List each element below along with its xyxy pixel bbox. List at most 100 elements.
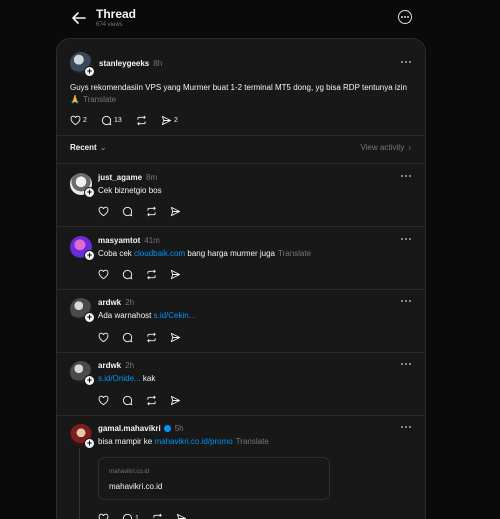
share-button[interactable] <box>170 331 181 343</box>
share-button[interactable] <box>170 205 181 217</box>
share-button[interactable] <box>170 394 181 406</box>
post-time: 8h <box>153 59 163 68</box>
follow-plus-icon[interactable]: + <box>84 250 95 261</box>
comment-icon <box>122 206 133 216</box>
repost-button[interactable] <box>146 268 157 280</box>
repost-button[interactable] <box>146 205 157 217</box>
divider <box>57 289 425 290</box>
like-count: 2 <box>83 116 87 124</box>
heart-icon <box>98 206 109 216</box>
like-button[interactable] <box>98 331 109 343</box>
share-button[interactable] <box>170 268 181 280</box>
reply-username[interactable]: ardwk 2h <box>98 298 134 307</box>
top-bar: Thread 674 views <box>0 0 500 36</box>
repost-icon <box>153 513 162 519</box>
follow-plus-icon[interactable]: + <box>84 187 95 198</box>
follow-plus-icon[interactable]: + <box>84 312 95 323</box>
reply-more-icon[interactable] <box>400 424 412 430</box>
reply-more-icon[interactable] <box>400 361 412 367</box>
reply-more-icon[interactable] <box>400 298 412 304</box>
repost-icon <box>147 332 156 342</box>
follow-plus-icon[interactable]: + <box>84 375 95 386</box>
repost-button[interactable] <box>146 331 157 343</box>
chevron-down-icon: ⌄ <box>99 143 107 152</box>
follow-plus-icon[interactable]: + <box>84 438 95 449</box>
link-card-title: mahavikri.co.id <box>109 482 163 491</box>
reply-link[interactable]: s.id/Onide... <box>98 374 141 383</box>
avatar[interactable]: + <box>70 173 95 198</box>
reply-button[interactable] <box>122 394 133 406</box>
reply-actions: 1 <box>98 512 218 519</box>
view-activity-link[interactable]: View activity › <box>360 143 411 152</box>
reply-button[interactable]: 13 <box>101 114 122 126</box>
avatar[interactable]: + <box>70 424 95 449</box>
avatar[interactable]: + <box>70 361 95 386</box>
heart-icon <box>70 115 81 125</box>
translate-link[interactable]: Translate <box>83 95 116 104</box>
post-username[interactable]: stanleygeeks 8h <box>99 59 162 68</box>
repost-button[interactable] <box>152 512 163 519</box>
like-button[interactable] <box>98 394 109 406</box>
reply-text: Coba cek cloudbaik.com bang harga murmer… <box>98 249 312 258</box>
reply-username[interactable]: ardwk 2h <box>98 361 134 370</box>
page-title: Thread <box>96 7 137 21</box>
heart-icon <box>98 513 109 519</box>
translate-link[interactable]: Translate <box>278 249 311 258</box>
reply-button[interactable] <box>122 331 133 343</box>
reply-actions <box>98 394 198 406</box>
avatar[interactable]: + <box>70 298 95 323</box>
divider <box>57 163 425 164</box>
reply-button[interactable] <box>122 205 133 217</box>
repost-icon <box>147 395 156 405</box>
reply-more-icon[interactable] <box>400 236 412 242</box>
send-icon <box>170 269 181 279</box>
share-button[interactable] <box>176 512 187 519</box>
reply-text: bisa mampir ke mahavikri.co.id/promo Tran… <box>98 437 269 446</box>
share-button[interactable]: 2 <box>161 114 178 126</box>
avatar[interactable]: + <box>70 52 95 77</box>
divider <box>57 415 425 416</box>
comment-icon <box>122 269 133 279</box>
repost-button[interactable] <box>146 394 157 406</box>
reply-button[interactable] <box>122 268 133 280</box>
more-options-icon[interactable] <box>398 10 412 24</box>
follow-plus-icon[interactable]: + <box>84 66 95 77</box>
heart-icon <box>98 269 109 279</box>
like-button[interactable] <box>98 205 109 217</box>
send-icon <box>170 332 181 342</box>
heart-icon <box>98 395 109 405</box>
send-icon <box>170 395 181 405</box>
repost-icon <box>137 115 146 125</box>
reply-link[interactable]: mahavikri.co.id/promo <box>154 437 232 446</box>
reply-username[interactable]: gamal.mahavikri 5h <box>98 424 184 433</box>
send-icon <box>176 513 187 519</box>
link-preview-card[interactable]: mahavikri.co.id mahavikri.co.id <box>98 457 330 500</box>
divider <box>57 226 425 227</box>
translate-link[interactable]: Translate <box>236 437 269 446</box>
post-actions: 2 13 2 <box>70 114 270 126</box>
share-count: 2 <box>174 116 178 124</box>
sort-dropdown[interactable]: Recent ⌄ <box>70 143 106 152</box>
reply-button[interactable]: 1 <box>122 512 139 519</box>
like-button[interactable] <box>98 512 109 519</box>
avatar[interactable]: + <box>70 236 95 261</box>
like-button[interactable] <box>98 268 109 280</box>
back-arrow-icon[interactable] <box>70 9 88 27</box>
comment-icon <box>101 115 112 125</box>
reply-username[interactable]: masyamtot 41m <box>98 236 160 245</box>
divider <box>57 135 425 136</box>
reply-link[interactable]: s.id/Cekin... <box>154 311 196 320</box>
post-more-icon[interactable] <box>400 59 412 65</box>
repost-button[interactable] <box>136 114 147 126</box>
reply-text: Cek biznetgio bos <box>98 186 162 195</box>
reply-text: Ada warnahost s.id/Cekin... <box>98 311 196 320</box>
reply-link[interactable]: cloudbaik.com <box>134 249 185 258</box>
reply-more-icon[interactable] <box>400 173 412 179</box>
post-text: Guys rekomendasiin VPS yang Murmer buat … <box>70 83 407 104</box>
reply-actions <box>98 205 198 217</box>
verified-badge-icon <box>163 425 171 432</box>
like-button[interactable]: 2 <box>70 114 87 126</box>
reply-username[interactable]: just_agame 8m <box>98 173 157 182</box>
chevron-right-icon: › <box>408 143 411 152</box>
view-count: 674 views <box>96 22 123 28</box>
